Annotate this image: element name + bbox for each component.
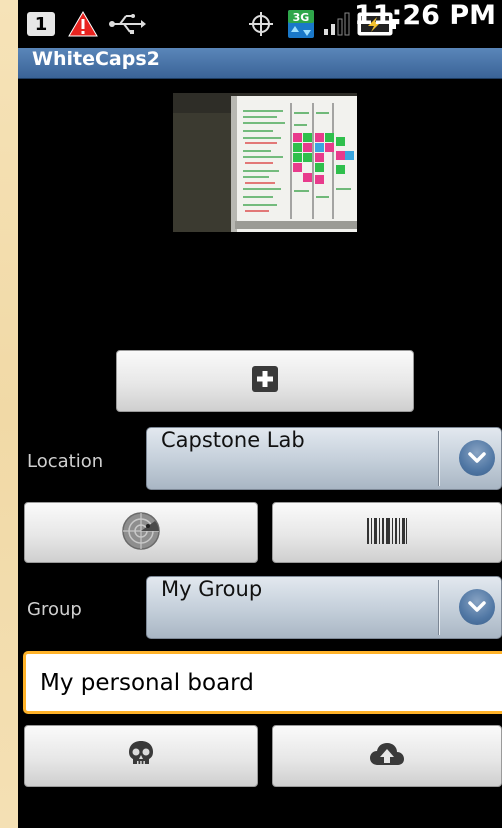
- warning-icon: [64, 0, 102, 48]
- location-spinner[interactable]: Capstone Lab: [146, 427, 502, 490]
- group-value: My Group: [161, 577, 263, 601]
- sim-icon: 1: [22, 0, 60, 48]
- svg-text:3G: 3G: [293, 11, 310, 24]
- cloud-upload-icon: [369, 741, 405, 771]
- group-label: Group: [27, 599, 82, 620]
- skull-icon: [126, 739, 156, 773]
- whiteboard-photo[interactable]: [173, 93, 357, 232]
- status-bar: 1 3G 11:26 PM: [18, 0, 502, 48]
- phone-screen: 1 3G 11:26 PM WhiteCaps2 Location Capsto…: [18, 0, 502, 828]
- radar-icon: [121, 511, 161, 555]
- add-button[interactable]: [116, 350, 414, 412]
- spinner-divider: [438, 580, 439, 635]
- locate-button[interactable]: [24, 502, 258, 563]
- barcode-icon: [366, 517, 408, 549]
- sim-label: 1: [27, 12, 55, 36]
- app-title: WhiteCaps2: [32, 48, 160, 70]
- status-time: 11:26 PM: [353, 0, 496, 31]
- gps-icon: [244, 0, 278, 48]
- upload-button[interactable]: [272, 725, 502, 787]
- chevron-down-icon[interactable]: [459, 589, 495, 625]
- delete-button[interactable]: [24, 725, 258, 787]
- location-label: Location: [27, 451, 104, 472]
- usb-icon: [104, 0, 150, 48]
- board-name-input[interactable]: [23, 651, 502, 714]
- 3g-data-icon: 3G: [284, 0, 318, 48]
- title-bar: WhiteCaps2: [18, 48, 502, 79]
- barcode-button[interactable]: [272, 502, 502, 563]
- location-value: Capstone Lab: [161, 428, 305, 452]
- spinner-divider: [438, 431, 439, 486]
- signal-icon: [322, 0, 352, 48]
- group-spinner[interactable]: My Group: [146, 576, 502, 639]
- chevron-down-icon[interactable]: [459, 440, 495, 476]
- plus-icon: [251, 365, 279, 397]
